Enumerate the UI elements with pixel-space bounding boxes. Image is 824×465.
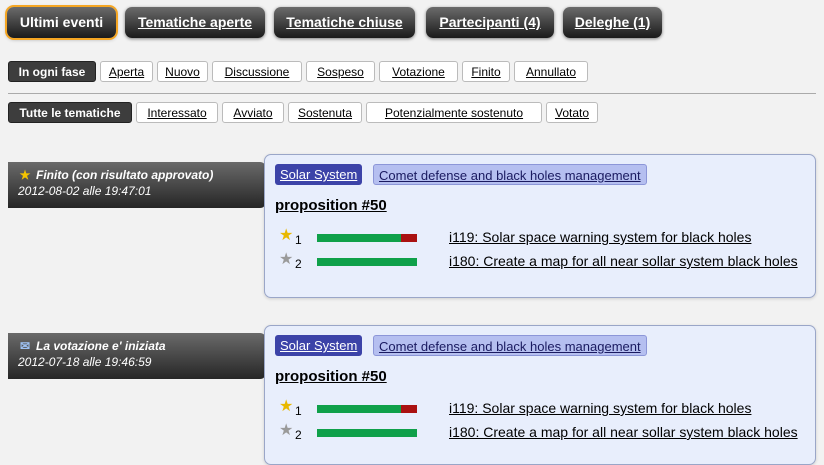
- filter-tutte-le-tematiche[interactable]: Tutte le tematiche: [8, 102, 132, 123]
- filter-sostenuta[interactable]: Sostenuta: [288, 102, 362, 123]
- area-tag[interactable]: Solar System: [275, 164, 363, 185]
- support-bar: [317, 234, 417, 242]
- policy-tag[interactable]: Comet defense and black holes management: [373, 335, 647, 356]
- initiative-link[interactable]: i180: Create a map for all near sollar s…: [449, 253, 798, 269]
- event-status: La votazione e' iniziata: [36, 339, 166, 353]
- filter-sospeso[interactable]: Sospeso: [306, 61, 375, 82]
- tab-ultimi-eventi[interactable]: Ultimi eventi: [7, 7, 116, 38]
- filter-interessato[interactable]: Interessato: [136, 102, 218, 123]
- filter-annullato[interactable]: Annullato: [514, 61, 588, 82]
- event-timestamp: 2012-08-02 alle 19:47:01: [18, 184, 152, 198]
- support-bar: [317, 405, 417, 413]
- initiative-row: ★ 1 i119: Solar space warning system for…: [279, 227, 811, 249]
- proposition-title[interactable]: proposition #50: [275, 368, 387, 385]
- tab-partecipanti[interactable]: Partecipanti (4): [426, 7, 554, 38]
- filter-finito[interactable]: Finito: [462, 61, 510, 82]
- initiative-link[interactable]: i119: Solar space warning system for bla…: [449, 400, 751, 416]
- winner-star-icon: ★: [279, 398, 294, 415]
- initiative-link[interactable]: i119: Solar space warning system for bla…: [449, 229, 751, 245]
- event-card: Solar System Comet defense and black hol…: [264, 325, 816, 465]
- filter-votato[interactable]: Votato: [546, 102, 598, 123]
- filter-discussione[interactable]: Discussione: [212, 61, 302, 82]
- policy-tag[interactable]: Comet defense and black holes management: [373, 164, 647, 185]
- initiative-rank: 1: [295, 404, 302, 418]
- tab-tematiche-chiuse[interactable]: Tematiche chiuse: [274, 7, 415, 38]
- against-bar: [401, 234, 417, 242]
- filter-in-ogni-fase[interactable]: In ogni fase: [8, 61, 96, 82]
- tab-tematiche-aperte[interactable]: Tematiche aperte: [125, 7, 265, 38]
- initiative-rank: 1: [295, 233, 302, 247]
- filter-nuovo[interactable]: Nuovo: [157, 61, 208, 82]
- winner-star-icon: ★: [279, 227, 294, 244]
- filter-avviato[interactable]: Avviato: [222, 102, 284, 123]
- tab-deleghe[interactable]: Deleghe (1): [563, 7, 662, 38]
- event-card: Solar System Comet defense and black hol…: [264, 154, 816, 298]
- ballot-icon: ✉: [19, 339, 31, 353]
- event-timestamp: 2012-07-18 alle 19:46:59: [18, 355, 152, 369]
- star-icon: ★: [19, 168, 31, 182]
- event-status: Finito (con risultato approvato): [36, 168, 214, 182]
- filter-votazione[interactable]: Votazione: [379, 61, 458, 82]
- runnerup-star-icon: ★: [279, 251, 294, 268]
- initiative-rank: 2: [295, 428, 302, 442]
- initiative-rank: 2: [295, 257, 302, 271]
- support-bar: [317, 429, 417, 437]
- support-bar: [317, 258, 417, 266]
- filter-aperta[interactable]: Aperta: [100, 61, 153, 82]
- proposition-title[interactable]: proposition #50: [275, 197, 387, 214]
- initiative-link[interactable]: i180: Create a map for all near sollar s…: [449, 424, 798, 440]
- area-tag[interactable]: Solar System: [275, 335, 363, 356]
- filter-potenzialmente-sostenuto[interactable]: Potenzialmente sostenuto: [366, 102, 542, 123]
- runnerup-star-icon: ★: [279, 422, 294, 439]
- initiative-row: ★ 2 i180: Create a map for all near soll…: [279, 422, 811, 444]
- against-bar: [401, 405, 417, 413]
- event-header: ★ Finito (con risultato approvato) 2012-0…: [8, 162, 266, 208]
- event-header: ✉ La votazione e' iniziata 2012-07-18 all…: [8, 333, 266, 379]
- divider: [8, 93, 816, 94]
- initiative-row: ★ 1 i119: Solar space warning system for…: [279, 398, 811, 420]
- initiative-row: ★ 2 i180: Create a map for all near soll…: [279, 251, 811, 273]
